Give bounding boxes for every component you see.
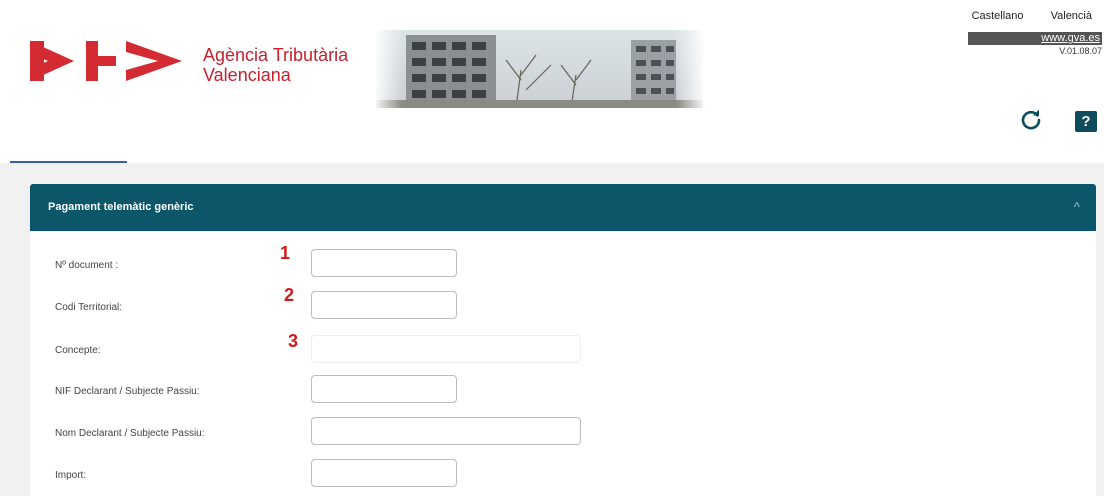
field-label: Codi Territorial: bbox=[55, 302, 123, 313]
field-label: Import: bbox=[55, 470, 87, 481]
nif-input[interactable] bbox=[311, 375, 457, 403]
territorial-code-input[interactable] bbox=[311, 291, 457, 319]
marker-3: 3 bbox=[288, 331, 299, 351]
import-input[interactable] bbox=[311, 459, 457, 487]
payment-panel: Pagament telemàtic genèric ^ Nº document… bbox=[30, 184, 1096, 504]
marker-2: 2 bbox=[284, 285, 295, 305]
language-selector: Castellano Valencià bbox=[948, 10, 1092, 22]
brand-line-1: Agència Tributària bbox=[203, 45, 349, 65]
brand-name: Agència Tributària Valenciana bbox=[203, 45, 348, 85]
building-banner-image bbox=[376, 30, 703, 108]
refresh-icon[interactable] bbox=[1019, 108, 1043, 132]
panel-title: Pagament telemàtic genèric bbox=[48, 201, 194, 213]
atv-logo bbox=[30, 41, 182, 81]
panel-header[interactable]: Pagament telemàtic genèric ^ bbox=[30, 184, 1096, 231]
declarant-name-input[interactable] bbox=[311, 417, 581, 445]
brand-line-2: Valenciana bbox=[203, 65, 291, 85]
lang-valencia-link[interactable]: Valencià bbox=[1051, 10, 1092, 22]
collapse-chevron-icon[interactable]: ^ bbox=[1074, 184, 1080, 231]
help-icon[interactable]: ? bbox=[1075, 111, 1097, 132]
concept-field bbox=[311, 335, 581, 363]
document-number-input[interactable] bbox=[311, 249, 457, 277]
marker-1: 1 bbox=[280, 243, 291, 263]
field-label: Concepte: bbox=[55, 345, 101, 356]
version-label: V.01.08.07 bbox=[1059, 46, 1102, 56]
gva-link[interactable]: www.gva.es bbox=[968, 32, 1102, 45]
lang-castellano-link[interactable]: Castellano bbox=[972, 10, 1024, 22]
main-content: Pagament telemàtic genèric ^ Nº document… bbox=[0, 163, 1104, 504]
field-label: Nº document : bbox=[55, 260, 119, 271]
header: Agència Tributària Valenciana Castellano… bbox=[0, 0, 1104, 163]
field-label: NIF Declarant / Subjecte Passiu: bbox=[55, 386, 200, 397]
field-label: Nom Declarant / Subjecte Passiu: bbox=[55, 428, 205, 439]
